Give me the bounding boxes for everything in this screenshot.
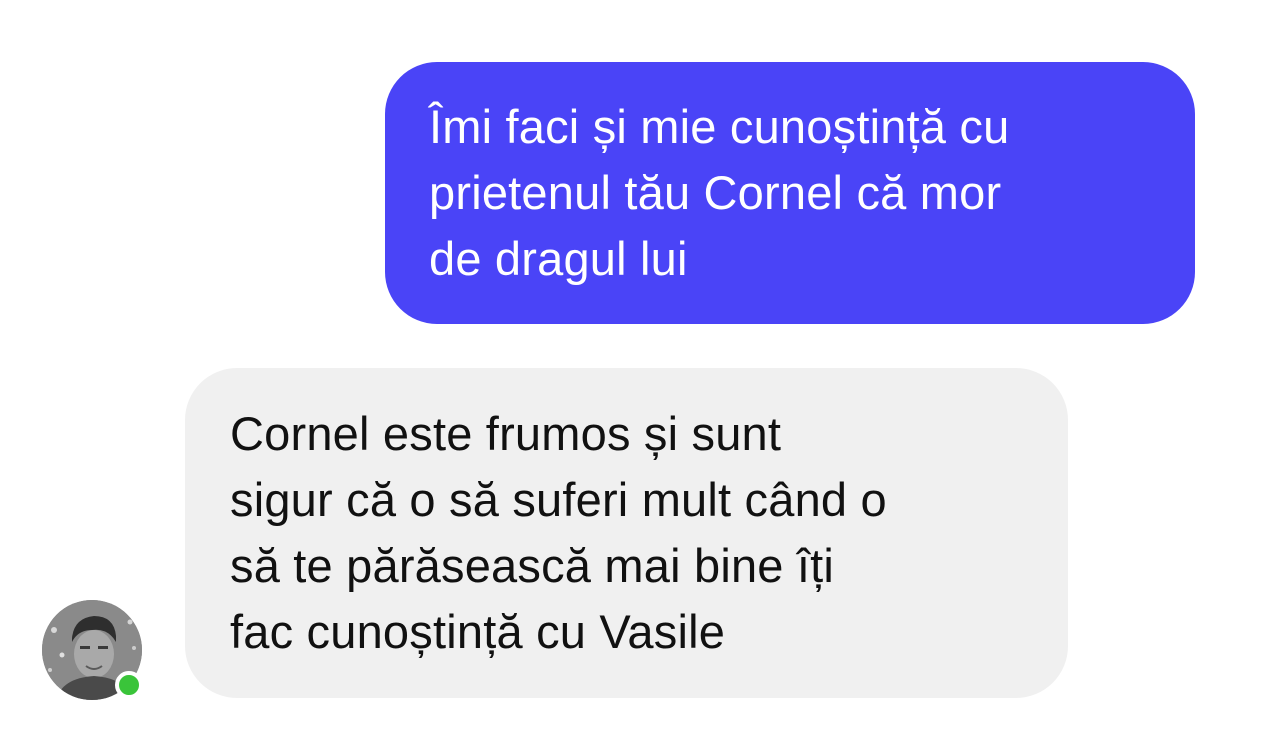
incoming-message-bubble[interactable]: Cornel este frumos și sunt sigur că o să… (185, 368, 1068, 698)
message-text-line: de dragul lui (429, 232, 688, 285)
message-text-line: sigur că o să suferi mult când o (230, 473, 887, 526)
online-status-icon (115, 671, 143, 699)
message-text-line: Îmi faci și mie cunoștință cu (429, 100, 1010, 153)
outgoing-message-bubble[interactable]: Îmi faci și mie cunoștință cu prietenul … (385, 62, 1195, 324)
message-text-line: fac cunoștință cu Vasile (230, 605, 726, 658)
chat-thread: Îmi faci și mie cunoștință cu prietenul … (0, 0, 1280, 731)
message-text-line: prietenul tău Cornel că mor (429, 166, 1002, 219)
message-text-line: să te părăsească mai bine îți (230, 539, 835, 592)
message-text-line: Cornel este frumos și sunt (230, 407, 782, 460)
contact-avatar[interactable] (42, 600, 143, 700)
